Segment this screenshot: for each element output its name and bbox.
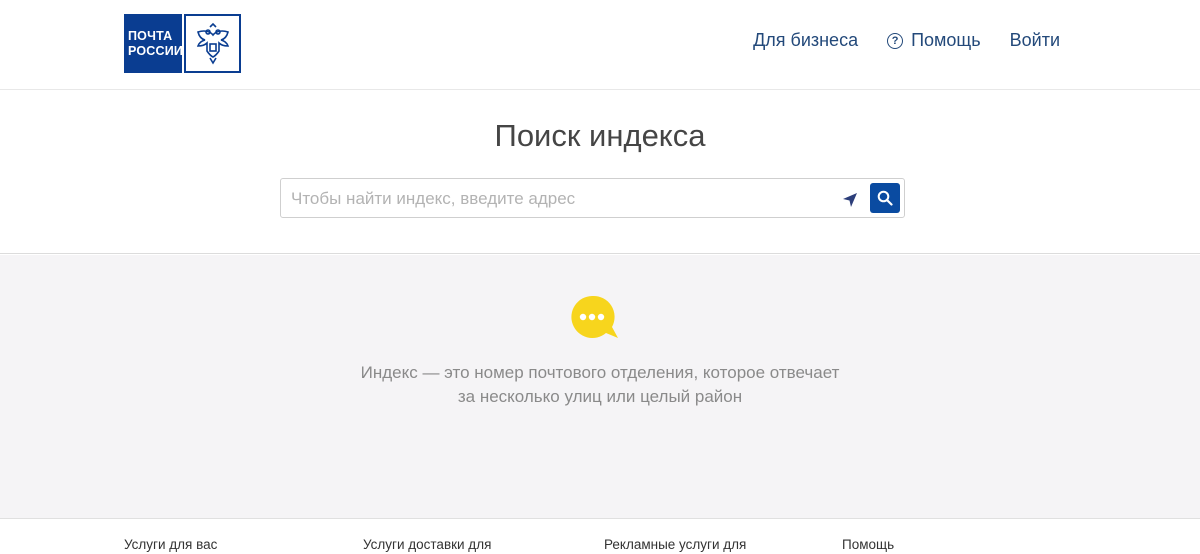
page-title: Поиск индекса [494,118,706,153]
site-header: ПОЧТА РОССИИ Для бизнеса ? Помощь Войти [0,0,1200,90]
info-text-line-1: Индекс — это номер почтового отделения, … [360,363,840,382]
info-text-line-2: за несколько улиц или целый район [457,387,743,406]
top-nav: Для бизнеса ? Помощь Войти [753,30,1060,51]
footer-link-services-for-you[interactable]: Услуги для вас [124,537,217,552]
nav-for-business-link[interactable]: Для бизнеса [753,30,858,51]
footer-link-delivery-services[interactable]: Услуги доставки для [363,537,491,552]
location-arrow-icon[interactable] [840,190,860,210]
double-headed-eagle-icon [184,14,241,73]
nav-help-label: Помощь [911,30,981,50]
pochta-logo[interactable]: ПОЧТА РОССИИ [124,14,241,73]
address-search-input[interactable] [291,187,831,211]
logo-line-2: РОССИИ [128,43,184,58]
question-circle-icon: ? [887,32,904,49]
nav-help-link[interactable]: ? Помощь [887,30,981,51]
magnifier-icon [877,190,893,206]
index-info-section: Индекс — это номер почтового отделения, … [0,255,1200,518]
footer-link-help[interactable]: Помощь [842,537,894,552]
search-button[interactable] [870,183,900,213]
search-box [280,178,905,218]
index-search-section: Поиск индекса [0,91,1200,254]
chat-bubble-icon [566,290,622,346]
logo-line-1: ПОЧТА [128,28,173,43]
logo-wordmark: ПОЧТА РОССИИ [124,14,184,73]
footer-link-advertising-services[interactable]: Рекламные услуги для [604,537,746,552]
site-footer: Услуги для вас Услуги доставки для Рекла… [0,518,1200,554]
nav-login-link[interactable]: Войти [1010,30,1060,51]
